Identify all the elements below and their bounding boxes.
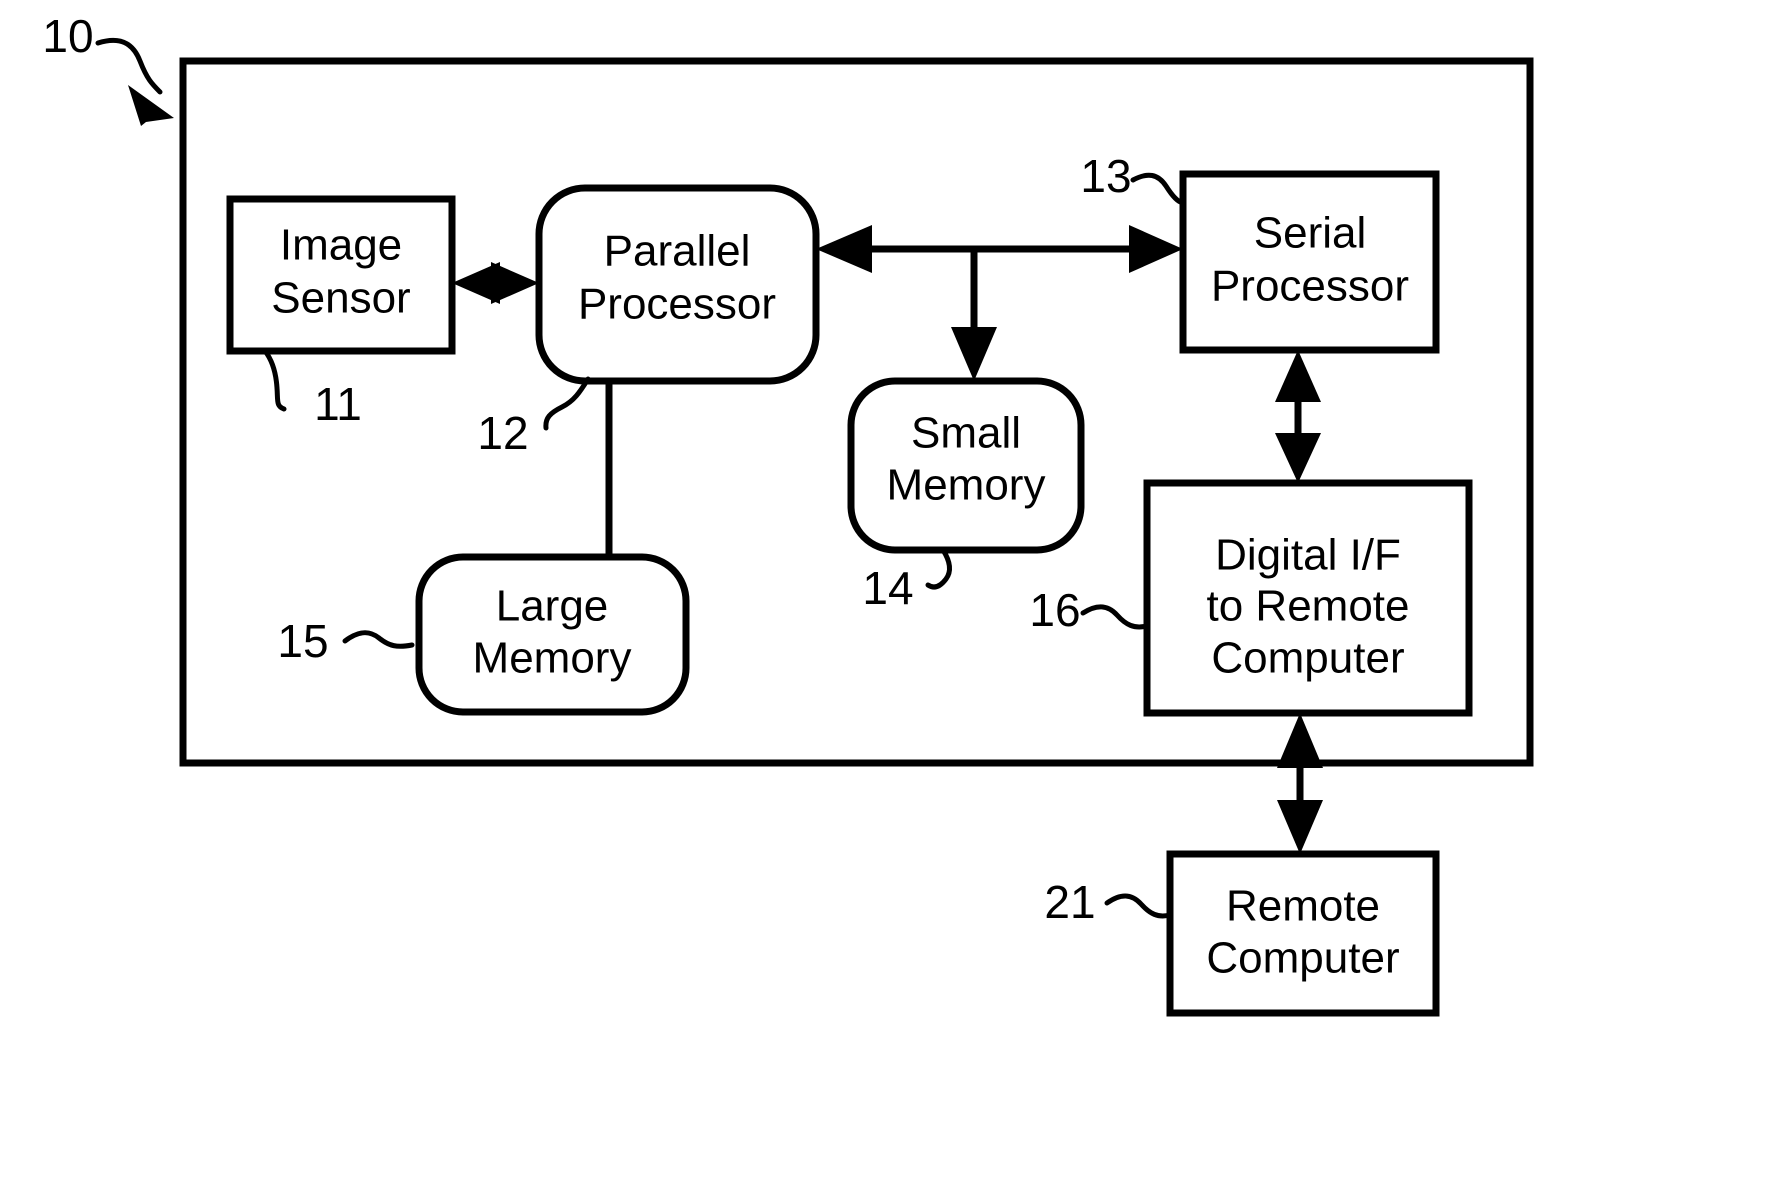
digital-if-label-line3: Computer <box>1211 634 1404 683</box>
digital-if-label-line1: Digital I/F <box>1215 531 1401 580</box>
large-memory-label-line2: Memory <box>473 634 632 683</box>
ref-21-leader <box>1104 893 1173 919</box>
figure-canvas: 10 Image Sensor 11 Parallel Processor 12… <box>42 10 1534 1017</box>
ref-16-leader <box>1080 604 1150 630</box>
parallel-processor-label-line2: Processor <box>578 280 776 329</box>
ref-12-label: 12 <box>477 407 528 459</box>
conn-parallel-serial-arrow-right <box>1129 225 1183 273</box>
remote-computer-label-line2: Computer <box>1206 934 1399 983</box>
serial-processor-label-line2: Processor <box>1211 262 1409 311</box>
ref-16-label: 16 <box>1029 584 1080 636</box>
ref-15-leader <box>342 630 415 649</box>
conn-digitalif-remote-arrow-up <box>1277 713 1323 768</box>
conn-serial-digitalif-arrow-down <box>1275 433 1321 483</box>
serial-processor-label-line1: Serial <box>1254 209 1367 258</box>
ref-10-leader <box>95 37 163 95</box>
ref-10-label: 10 <box>42 10 93 62</box>
ref-14-leader <box>925 547 953 590</box>
large-memory-label-line1: Large <box>496 582 609 631</box>
digital-if-label-line2: to Remote <box>1207 582 1410 631</box>
ref-14-label: 14 <box>862 562 913 614</box>
ref-10-arrowhead <box>128 85 174 126</box>
ref-21-label: 21 <box>1044 876 1095 928</box>
image-sensor-label-line1: Image <box>280 221 402 270</box>
conn-sensor-parallel-arrow-right <box>491 262 539 304</box>
small-memory-label-line1: Small <box>911 409 1021 458</box>
conn-bus-smallmemory-arrow <box>951 327 997 381</box>
image-sensor-label-line2: Sensor <box>271 274 410 323</box>
small-memory-label-line2: Memory <box>887 461 1046 510</box>
ref-13-leader <box>1130 172 1186 206</box>
ref-12-leader <box>543 376 591 431</box>
ref-13-label: 13 <box>1080 150 1131 202</box>
parallel-processor-label-line1: Parallel <box>604 227 751 276</box>
conn-serial-digitalif-arrow-up <box>1275 350 1321 402</box>
conn-digitalif-remote-arrow-down <box>1277 800 1323 854</box>
remote-computer-label-line1: Remote <box>1226 882 1380 931</box>
patent-figure: 10 Image Sensor 11 Parallel Processor 12… <box>0 0 1782 1191</box>
ref-11-label: 11 <box>314 378 362 430</box>
ref-11-leader <box>262 348 287 412</box>
conn-parallel-serial-arrow-left <box>816 225 872 273</box>
ref-15-label: 15 <box>277 615 328 667</box>
